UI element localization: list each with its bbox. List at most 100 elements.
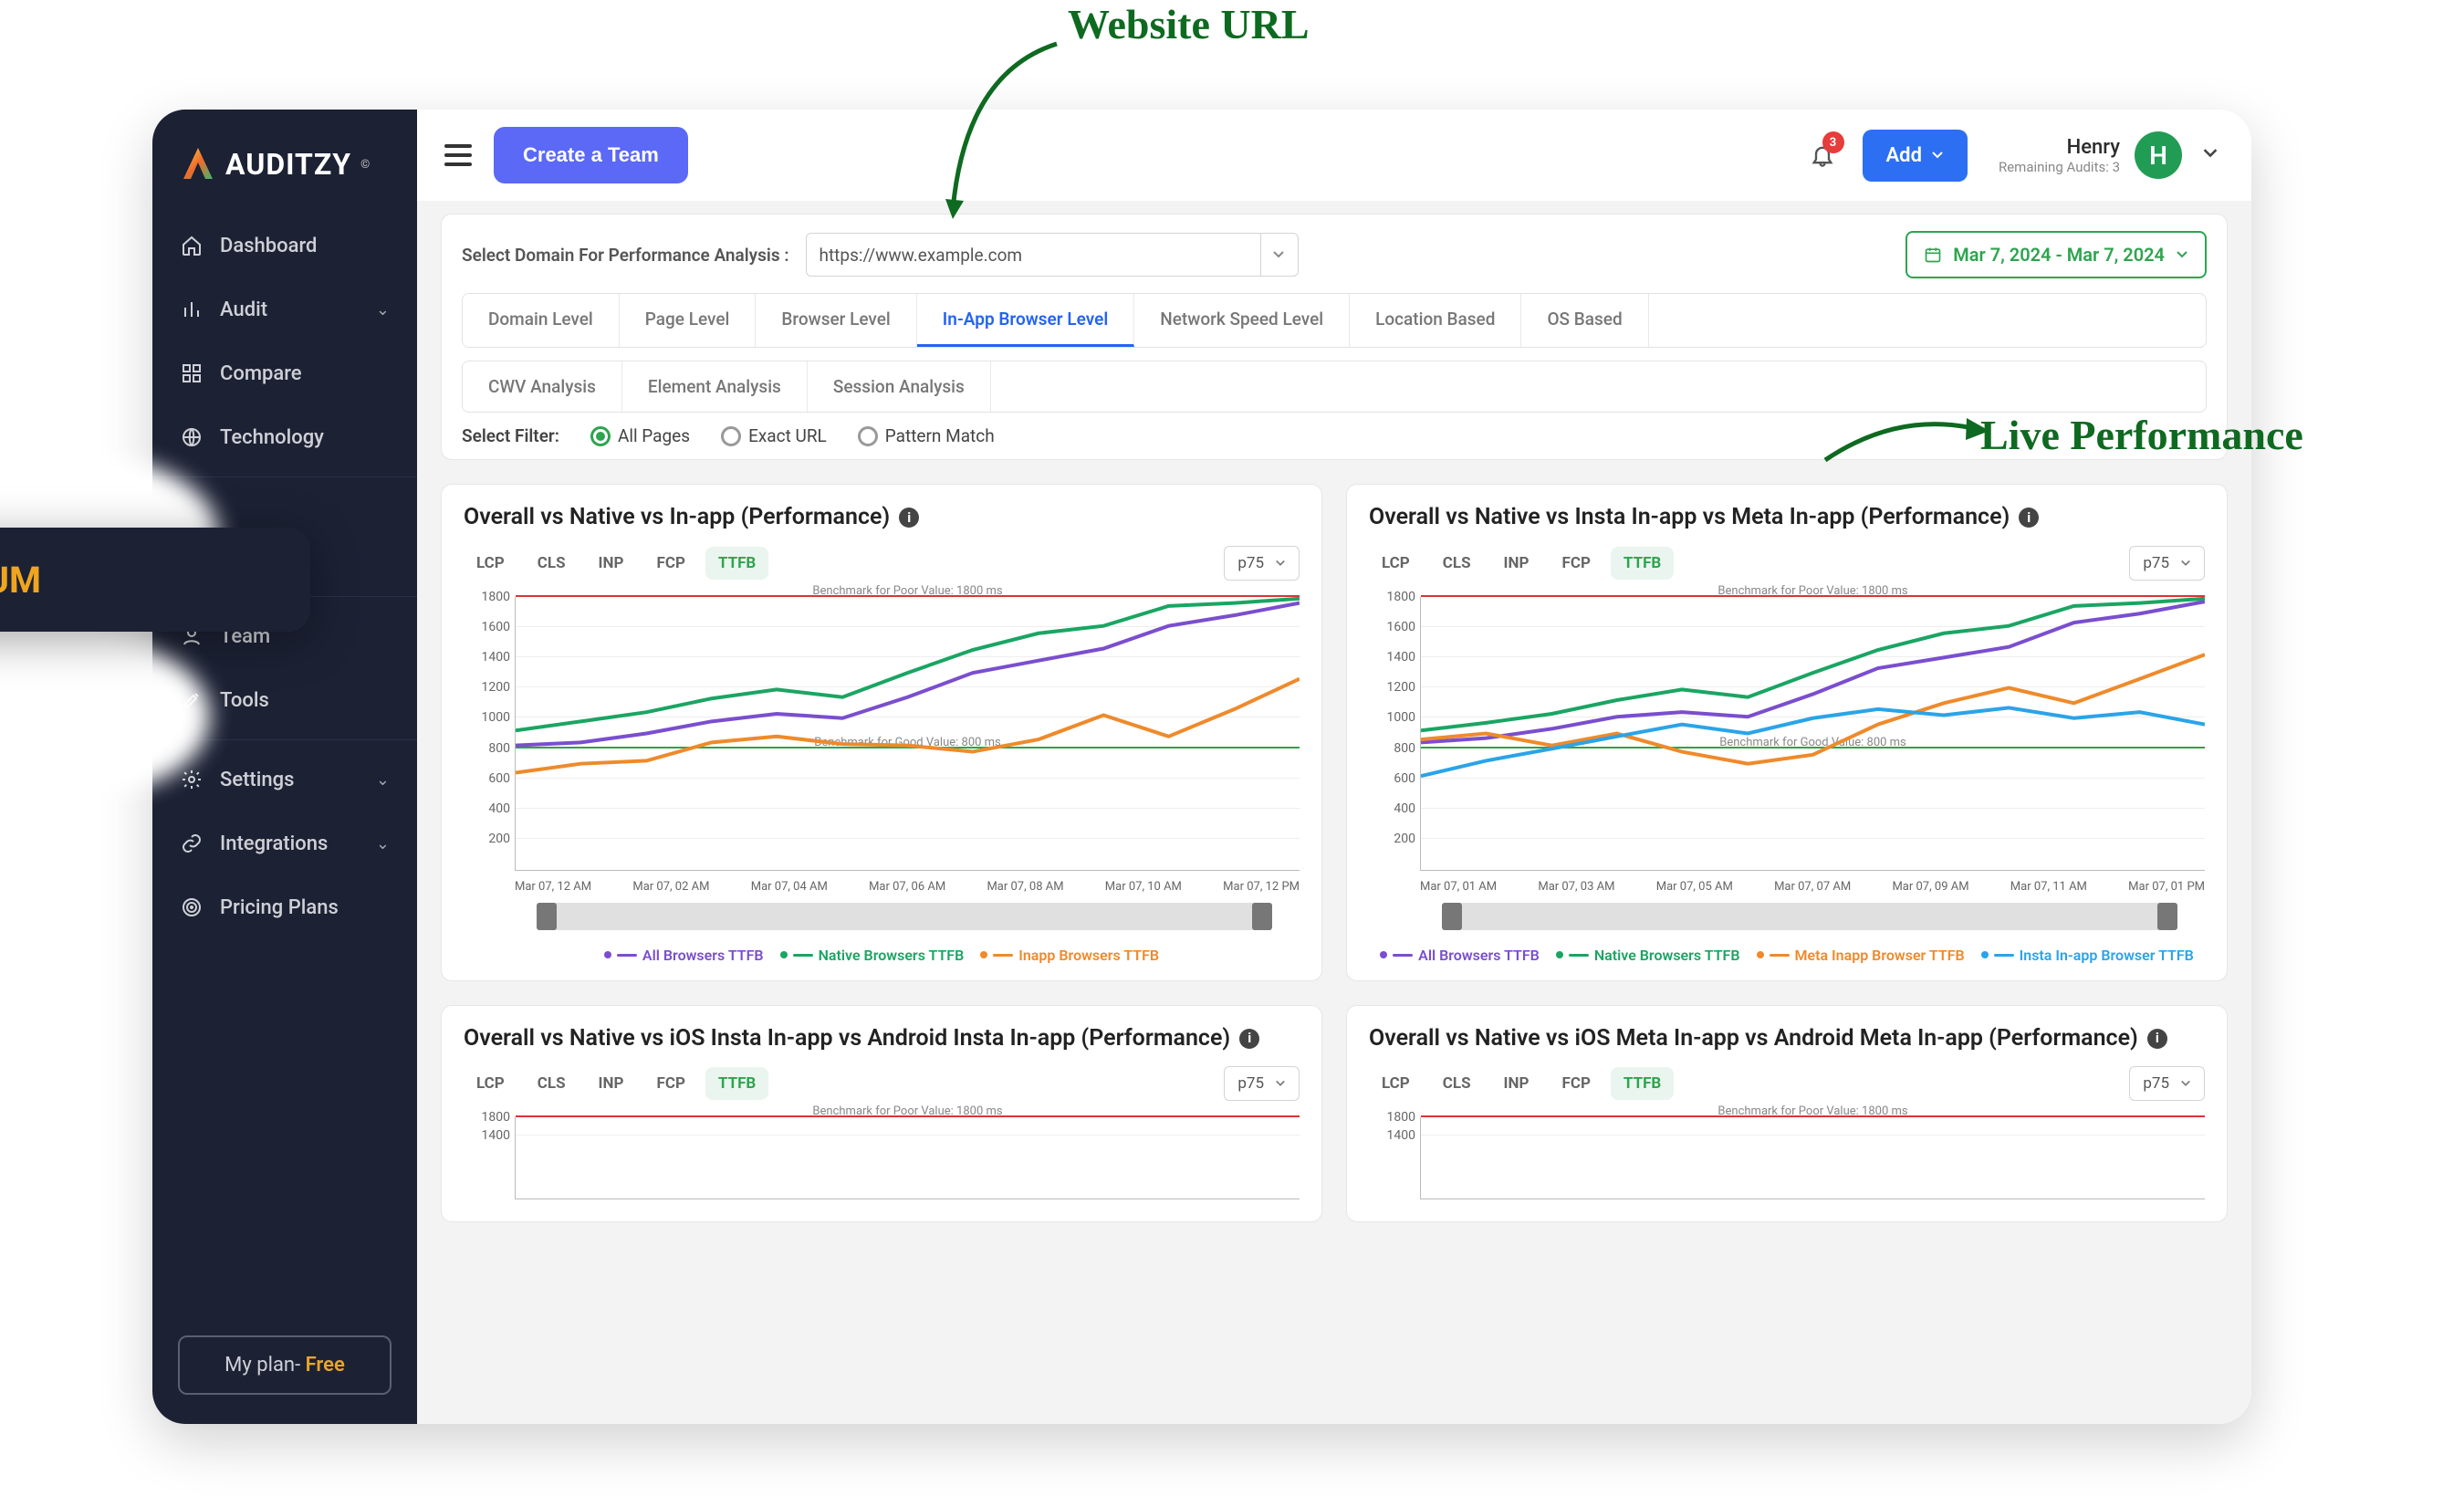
tab-browser-level[interactable]: Browser Level: [756, 294, 916, 347]
radio-icon: [590, 426, 611, 446]
y-tick: 1400: [1373, 1128, 1415, 1143]
sidebar-item-pricing-plans[interactable]: Pricing Plans: [152, 875, 417, 939]
metric-chip-cls[interactable]: CLS: [525, 547, 579, 580]
legend-item[interactable]: Inapp Browsers TTFB: [980, 947, 1159, 964]
domain-select[interactable]: https://www.example.com: [806, 233, 1299, 277]
metric-chip-lcp[interactable]: LCP: [464, 547, 517, 580]
chevron-down-icon: [1275, 1078, 1286, 1089]
metric-chip-fcp[interactable]: FCP: [1549, 547, 1603, 580]
user-menu-chevron[interactable]: [2197, 140, 2224, 171]
chart-grid: Overall vs Native vs In-app (Performance…: [441, 484, 2228, 1222]
tab-os-based[interactable]: OS Based: [1521, 294, 1648, 347]
metric-chip-ttfb[interactable]: TTFB: [705, 547, 768, 580]
tab-session-analysis[interactable]: Session Analysis: [808, 361, 991, 412]
annotation-arrow-url: [938, 37, 1075, 219]
card-title: Overall vs Native vs iOS Meta In-app vs …: [1369, 1024, 2205, 1054]
legend-item[interactable]: Insta In-app Browser TTFB: [1981, 947, 2194, 964]
radio-exact-url[interactable]: Exact URL: [721, 425, 827, 446]
metric-chip-inp[interactable]: INP: [586, 1067, 637, 1100]
metric-chip-ttfb[interactable]: TTFB: [1611, 1067, 1674, 1100]
percentile-select[interactable]: p75: [2129, 546, 2205, 581]
metric-chip-ttfb[interactable]: TTFB: [705, 1067, 768, 1100]
legend-swatch: [793, 954, 813, 957]
sidebar: AUDITZY © DashboardAudit⌄CompareTechnolo…: [152, 110, 417, 1424]
y-tick: 1200: [1373, 680, 1415, 695]
tab-element-analysis[interactable]: Element Analysis: [622, 361, 808, 412]
legend-item[interactable]: All Browsers TTFB: [604, 947, 764, 964]
tab-domain-level[interactable]: Domain Level: [463, 294, 620, 347]
metric-chip-fcp[interactable]: FCP: [643, 547, 697, 580]
radio-icon: [858, 426, 878, 446]
metric-chip-cls[interactable]: CLS: [1430, 547, 1484, 580]
metric-chip-lcp[interactable]: LCP: [464, 1067, 517, 1100]
y-tick: 1800: [468, 1110, 510, 1125]
radio-icon: [721, 426, 741, 446]
legend-swatch: [1757, 951, 1764, 958]
radio-pattern-match[interactable]: Pattern Match: [858, 425, 995, 446]
info-icon[interactable]: i: [899, 508, 919, 528]
notifications-button[interactable]: 3: [1804, 137, 1841, 173]
metric-chip-fcp[interactable]: FCP: [643, 1067, 697, 1100]
scroll-handle-left[interactable]: [537, 903, 557, 930]
chart-scrollbar[interactable]: [537, 903, 1272, 930]
sidebar-item-rum[interactable]: RUM: [0, 528, 310, 632]
percentile-select[interactable]: p75: [1224, 546, 1300, 581]
topbar: Create a Team 3 Add Henry Remaining Audi…: [417, 110, 2251, 201]
avatar[interactable]: H: [2135, 131, 2182, 179]
tab-location-based[interactable]: Location Based: [1350, 294, 1521, 347]
sidebar-item-integrations[interactable]: Integrations⌄: [152, 811, 417, 875]
target-icon: [180, 895, 204, 919]
legend-swatch: [1569, 954, 1589, 957]
chevron-down-icon: [1260, 234, 1285, 276]
info-icon[interactable]: i: [1239, 1029, 1259, 1049]
chart-lines: [516, 597, 1300, 870]
chart-card: Overall vs Native vs In-app (Performance…: [441, 484, 1322, 981]
legend-item[interactable]: All Browsers TTFB: [1380, 947, 1540, 964]
metric-chip-lcp[interactable]: LCP: [1369, 1067, 1423, 1100]
radio-all-pages[interactable]: All Pages: [590, 425, 690, 446]
scroll-handle-left[interactable]: [1442, 903, 1462, 930]
metric-chip-inp[interactable]: INP: [1491, 547, 1542, 580]
scroll-handle-right[interactable]: [1252, 903, 1272, 930]
scroll-handle-right[interactable]: [2157, 903, 2177, 930]
chart-area: 14001800Benchmark for Poor Value: 1800 m…: [1420, 1117, 2205, 1199]
benchmark-poor-label: Benchmark for Poor Value: 1800 ms: [1717, 1104, 1907, 1118]
metric-chip-inp[interactable]: INP: [1491, 1067, 1542, 1100]
add-button[interactable]: Add: [1863, 130, 1968, 182]
legend-swatch: [980, 951, 987, 958]
grid-icon: [180, 361, 204, 385]
legend-swatch: [1770, 954, 1790, 957]
info-icon[interactable]: i: [2019, 508, 2039, 528]
metric-chip-fcp[interactable]: FCP: [1549, 1067, 1603, 1100]
legend-swatch: [1994, 954, 2014, 957]
sidebar-item-label: Settings: [220, 769, 294, 791]
sidebar-item-technology[interactable]: Technology: [152, 405, 417, 469]
create-team-button[interactable]: Create a Team: [494, 127, 688, 183]
legend-item[interactable]: Meta Inapp Browser TTFB: [1757, 947, 1965, 964]
plan-box[interactable]: My plan- Free: [178, 1335, 392, 1395]
sidebar-item-dashboard[interactable]: Dashboard: [152, 214, 417, 277]
percentile-select[interactable]: p75: [1224, 1066, 1300, 1101]
tab-page-level[interactable]: Page Level: [620, 294, 757, 347]
tab-network-speed-level[interactable]: Network Speed Level: [1134, 294, 1350, 347]
percentile-select[interactable]: p75: [2129, 1066, 2205, 1101]
tab-cwv-analysis[interactable]: CWV Analysis: [463, 361, 622, 412]
chart-scrollbar[interactable]: [1442, 903, 2177, 930]
info-icon[interactable]: i: [2147, 1029, 2167, 1049]
menu-toggle-icon[interactable]: [444, 144, 472, 166]
legend-swatch: [1981, 951, 1989, 958]
app-window: AUDITZY © DashboardAudit⌄CompareTechnolo…: [152, 110, 2251, 1424]
legend-item[interactable]: Native Browsers TTFB: [780, 947, 965, 964]
tab-in-app-browser-level[interactable]: In-App Browser Level: [917, 294, 1135, 347]
sidebar-item-compare[interactable]: Compare: [152, 341, 417, 405]
sidebar-item-audit[interactable]: Audit⌄: [152, 277, 417, 341]
metric-chip-lcp[interactable]: LCP: [1369, 547, 1423, 580]
metric-row: LCPCLSINPFCPTTFB p75: [464, 1066, 1300, 1101]
date-range-button[interactable]: Mar 7, 2024 - Mar 7, 2024: [1905, 231, 2207, 278]
metric-chip-cls[interactable]: CLS: [1430, 1067, 1484, 1100]
metric-chip-inp[interactable]: INP: [586, 547, 637, 580]
add-label: Add: [1886, 144, 1922, 167]
metric-chip-ttfb[interactable]: TTFB: [1611, 547, 1674, 580]
metric-chip-cls[interactable]: CLS: [525, 1067, 579, 1100]
legend-item[interactable]: Native Browsers TTFB: [1556, 947, 1740, 964]
